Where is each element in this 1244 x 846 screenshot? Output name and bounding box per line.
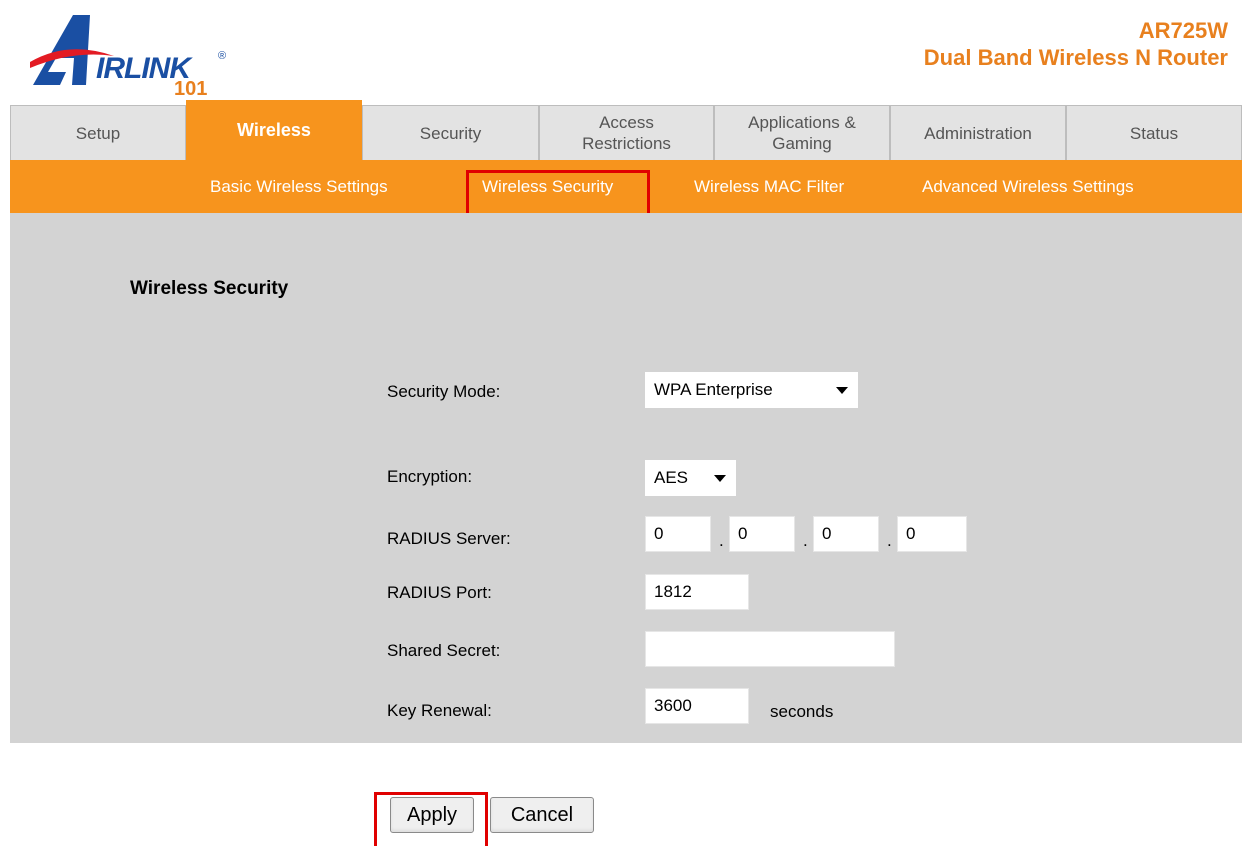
- encryption-label: Encryption:: [387, 467, 473, 486]
- radius-server-octet-4[interactable]: 0: [897, 516, 967, 552]
- tab-administration[interactable]: Administration: [890, 105, 1066, 160]
- tab-label-line2: Restrictions: [582, 134, 671, 153]
- radius-server-octet-3[interactable]: 0: [813, 516, 879, 552]
- cancel-button[interactable]: Cancel: [490, 797, 594, 833]
- shared-secret-label: Shared Secret:: [387, 641, 501, 660]
- apply-button-highlight: [374, 792, 488, 846]
- tab-label: Administration: [924, 123, 1032, 143]
- page-title: Wireless Security: [130, 278, 289, 299]
- tab-setup[interactable]: Setup: [10, 105, 186, 160]
- tab-applications-gaming[interactable]: Applications & Gaming: [714, 105, 890, 160]
- tab-label: Status: [1129, 123, 1179, 143]
- model-description: Dual Band Wireless N Router: [923, 45, 1228, 70]
- encryption-select[interactable]: AES: [645, 460, 736, 496]
- tab-security[interactable]: Security: [362, 105, 539, 160]
- radius-port-field[interactable]: 1812: [645, 574, 749, 610]
- security-mode-label: Security Mode:: [387, 382, 501, 401]
- ip-separator: .: [719, 531, 724, 550]
- tab-label-line1: Access: [599, 113, 654, 132]
- shared-secret-field[interactable]: [645, 631, 895, 667]
- key-renewal-unit: seconds: [770, 702, 834, 721]
- tab-label: Setup: [75, 123, 121, 143]
- security-mode-value: WPA Enterprise: [654, 380, 773, 399]
- tab-label: Security: [419, 123, 482, 143]
- ip-separator: .: [803, 531, 808, 550]
- tab-status[interactable]: Status: [1066, 105, 1242, 160]
- radius-server-octet-2[interactable]: 0: [729, 516, 795, 552]
- radius-port-label: RADIUS Port:: [387, 583, 492, 602]
- logo-number: 101: [174, 78, 208, 100]
- tab-label-line2: Gaming: [772, 134, 832, 153]
- subnav-basic-wireless-settings[interactable]: Basic Wireless Settings: [210, 160, 388, 213]
- tab-wireless[interactable]: Wireless: [186, 100, 362, 160]
- key-renewal-field[interactable]: 3600: [645, 688, 749, 724]
- chevron-down-icon: [836, 387, 848, 394]
- encryption-value: AES: [654, 468, 689, 487]
- radius-server-label: RADIUS Server:: [387, 529, 511, 548]
- tab-label-line1: Applications &: [748, 113, 856, 132]
- model-info: AR725W Dual Band Wireless N Router: [924, 18, 1228, 72]
- ip-separator: .: [887, 531, 892, 550]
- main-tabs: Setup Wireless Security Access Restricti…: [10, 100, 1242, 160]
- chevron-down-icon: [714, 475, 726, 482]
- radius-server-octet-1[interactable]: 0: [645, 516, 711, 552]
- subnav-advanced-wireless-settings[interactable]: Advanced Wireless Settings: [922, 160, 1134, 213]
- model-name: AR725W: [1138, 18, 1228, 43]
- security-mode-select[interactable]: WPA Enterprise: [645, 372, 858, 408]
- registered-mark: ®: [218, 50, 227, 62]
- key-renewal-label: Key Renewal:: [387, 701, 492, 720]
- tab-label: Wireless: [237, 119, 311, 140]
- airlink-logo: IRLINK ® 101: [28, 10, 228, 102]
- subnav-wireless-mac-filter[interactable]: Wireless MAC Filter: [694, 160, 844, 213]
- tab-access-restrictions[interactable]: Access Restrictions: [539, 105, 714, 160]
